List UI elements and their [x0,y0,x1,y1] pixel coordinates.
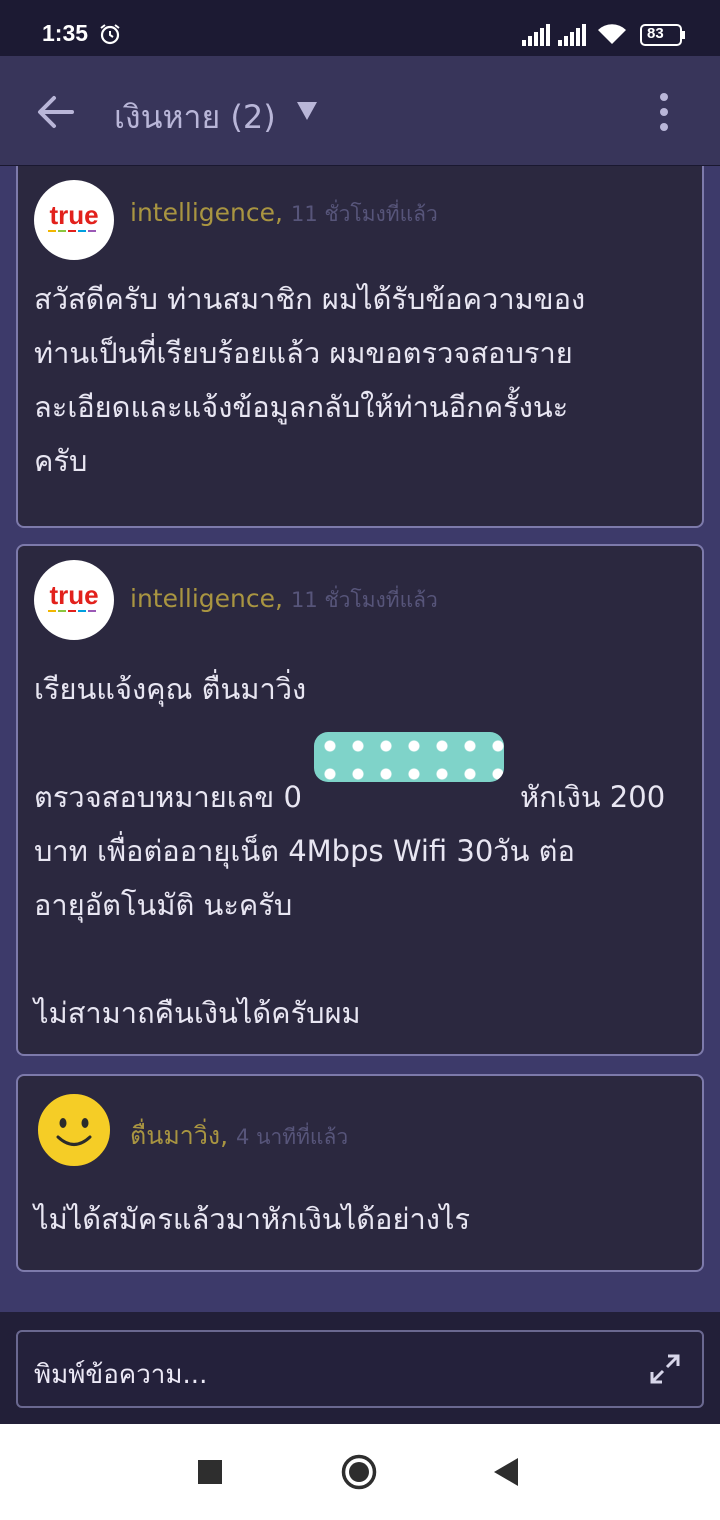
timestamp: 11 ชั่วโมงที่แล้ว [290,202,438,226]
logo-text: true [49,580,98,610]
true-logo-avatar[interactable]: true [34,560,114,640]
message-meta: ตื่นมาวิ่ง, 4 นาทีที่แล้ว [130,1116,348,1156]
author-name[interactable]: ตื่นมาวิ่ง, [130,1121,228,1150]
message-body: ไม่ได้สมัครแล้วมาหักเงินได้อย่างไร [34,1192,690,1246]
message-feed[interactable]: true intelligence, 11 ชั่วโมงที่แล้ว สวัส… [0,166,720,1312]
back-arrow-icon[interactable] [36,94,74,134]
dropdown-triangle-icon[interactable] [296,100,318,126]
input-placeholder: พิมพ์ข้อความ... [34,1360,208,1390]
message-line-part: ตรวจสอบหมายเลข 0 [34,780,302,814]
more-vert-icon[interactable] [652,92,676,132]
message-card: true intelligence, 11 ชั่วโมงที่แล้ว เรีย… [16,544,704,1056]
app-bar: เงินหาย (2) [0,56,720,166]
signal-icon-2 [558,24,588,50]
smiley-face-icon [36,1092,112,1168]
compose-area: พิมพ์ข้อความ... [0,1312,720,1424]
message-line: ละเอียดและแจ้งข้อมูลกลับให้ท่านอีกครั้งน… [34,390,569,424]
smiley-avatar[interactable] [34,1090,114,1170]
author-name[interactable]: intelligence, [130,584,283,613]
message-line: สวัสดีครับ ท่านสมาชิก ผมได้รับข้อความของ [34,282,586,316]
message-body: เรียนแจ้งคุณ ตื่นมาวิ่ง ตรวจสอบหมายเลข 0… [34,662,690,1040]
message-line: ไม่สามาถคืนเงินได้ครับผม [34,996,361,1030]
battery-icon: 83 [640,24,685,46]
message-line: เรียนแจ้งคุณ ตื่นมาวิ่ง [34,672,307,706]
expand-icon[interactable] [648,1352,682,1390]
author-name[interactable]: intelligence, [130,198,283,227]
message-line-part: หักเงิน 200 [520,780,666,814]
message-line: อายุอัตโนมัติ นะครับ [34,888,293,922]
message-meta: intelligence, 11 ชั่วโมงที่แล้ว [130,198,438,231]
logo-text: true [49,200,98,230]
message-line: บาท เพื่อต่ออายุเน็ต 4Mbps Wifi 30วัน ต่… [34,834,575,868]
message-card: ตื่นมาวิ่ง, 4 นาทีที่แล้ว ไม่ได้สมัครแล้ว… [16,1074,704,1272]
timestamp: 11 ชั่วโมงที่แล้ว [290,588,438,612]
battery-level: 83 [647,25,664,42]
wifi-icon [596,22,628,50]
message-body: สวัสดีครับ ท่านสมาชิก ผมได้รับข้อความของ… [34,272,690,488]
message-line: ไม่ได้สมัครแล้วมาหักเงินได้อย่างไร [34,1202,471,1236]
message-card: true intelligence, 11 ชั่วโมงที่แล้ว สวัส… [16,166,704,528]
alarm-icon [98,22,122,50]
true-logo-avatar[interactable]: true [34,180,114,260]
message-line: ท่านเป็นที่เรียบร้อยแล้ว ผมขอตรวจสอบราย [34,336,573,370]
system-nav-bar [0,1424,720,1520]
timestamp: 4 นาทีที่แล้ว [236,1125,349,1149]
message-meta: intelligence, 11 ชั่วโมงที่แล้ว [130,584,438,617]
message-line: ครับ [34,444,88,478]
back-triangle-icon[interactable] [494,1458,518,1490]
redaction-sticker [314,732,504,782]
status-bar: 1:35 83 [0,0,720,56]
status-time: 1:35 [42,20,89,46]
home-circle-icon[interactable] [341,1454,377,1494]
page-title[interactable]: เงินหาย (2) [114,92,276,143]
signal-icon [522,24,552,50]
message-input[interactable]: พิมพ์ข้อความ... [16,1330,704,1408]
recents-square-icon[interactable] [198,1460,222,1488]
